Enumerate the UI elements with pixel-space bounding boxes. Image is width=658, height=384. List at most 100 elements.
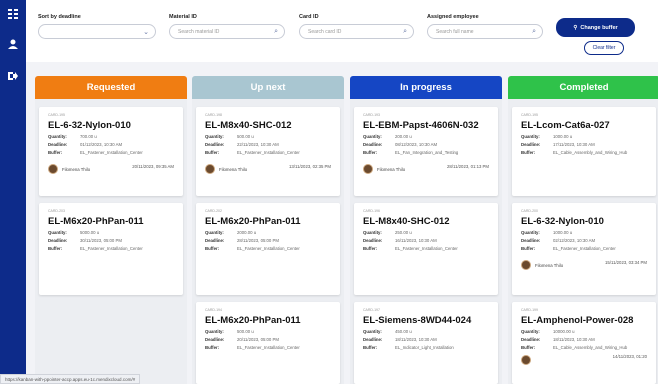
assigned-date: 20/11/2023, 09:35 AM xyxy=(132,164,174,169)
buffer-value: EL_Fastener_Installation_Center xyxy=(80,246,143,251)
buffer-label: Buffer: xyxy=(521,246,536,251)
buffer-value: EL_Cable_Assembly_and_Wiring_Hub xyxy=(553,345,628,350)
kanban-card[interactable]: CARD-203 EL-M6x20-PhPan-011 Quantity: 500… xyxy=(39,203,183,295)
column-header: Completed xyxy=(508,76,658,99)
employee-search-input[interactable]: Search full name ⌕ xyxy=(427,24,543,39)
avatar xyxy=(205,164,215,174)
kanban-card[interactable]: CARD-195 EL-Lcom-Cat6a-027 Quantity: 1000… xyxy=(512,107,656,196)
quantity-label: Quantity: xyxy=(363,329,382,334)
quantity-label: Quantity: xyxy=(521,329,540,334)
quantity-value: 700.00 u xyxy=(80,134,97,139)
assignee: 14/11/2023, 01:20 xyxy=(521,353,647,365)
sidebar xyxy=(0,0,26,384)
quantity-value: 500.00 u xyxy=(237,329,254,334)
kanban-card[interactable]: CARD-198 EL-M8x40-SHC-012 Quantity: 500.0… xyxy=(196,107,340,196)
assignee-name: Filomena Thilo xyxy=(535,263,564,268)
filter-bar: Sort by deadline ⌄ Material ID Search ma… xyxy=(26,0,658,62)
deadline-value: 20/11/2023, 05:00 PM xyxy=(237,337,279,342)
card-search-input[interactable]: Search card ID ⌕ xyxy=(299,24,414,39)
deadline-label: Deadline: xyxy=(363,238,383,243)
card-id: CARD-195 xyxy=(521,113,538,117)
clear-filter-button[interactable]: Clear filter xyxy=(584,41,624,55)
card-id: CARD-194 xyxy=(205,308,222,312)
assigned-date: 13/11/2023, 02:35 PM xyxy=(289,164,331,169)
buffer-value: EL_Fastener_Installation_Center xyxy=(395,246,458,251)
buffer-value: EL_Fastener_Installation_Center xyxy=(237,246,300,251)
buffer-value: EL_Fastener_Installation_Center xyxy=(237,345,300,350)
material-search-input[interactable]: Search material ID ⌕ xyxy=(169,24,285,39)
buffer-value: EL_Indicator_Light_Installation xyxy=(395,345,454,350)
quantity-value: 10000.00 u xyxy=(553,329,575,334)
column-completed: Completed CARD-195 EL-Lcom-Cat6a-027 Qua… xyxy=(508,76,658,384)
change-buffer-button[interactable]: ⚲ Change buffer xyxy=(556,18,635,37)
card-title: EL-6-32-Nylon-010 xyxy=(521,216,604,227)
card-title: EL-6-32-Nylon-010 xyxy=(48,120,131,131)
deadline-label: Deadline: xyxy=(205,142,225,147)
assigned-date: 14/11/2023, 01:20 xyxy=(612,354,647,359)
sort-select[interactable]: ⌄ xyxy=(38,24,156,39)
assignee-name: Filomena Thilo xyxy=(377,167,406,172)
avatar xyxy=(521,260,531,270)
kanban-card[interactable]: CARD-197 EL-Siemens-8WD44-024 Quantity: 4… xyxy=(354,302,498,384)
kanban-card[interactable]: CARD-193 EL-EBM-Papst-4606N-032 Quantity… xyxy=(354,107,498,196)
deadline-value: 30/11/2023, 05:00 PM xyxy=(80,238,122,243)
assignee-name: Filomena Thilo xyxy=(62,167,91,172)
kanban-card[interactable]: CARD-196 EL-M8x40-SHC-012 Quantity: 250.0… xyxy=(354,203,498,295)
search-icon: ⌕ xyxy=(274,28,278,35)
deadline-value: 16/11/2023, 10:30 AM xyxy=(395,238,437,243)
deadline-value: 17/11/2023, 10:30 AM xyxy=(553,142,595,147)
avatar xyxy=(521,355,531,365)
kanban-card[interactable]: CARD-194 EL-M6x20-PhPan-011 Quantity: 500… xyxy=(196,302,340,384)
buffer-value: EL_Fastener_Installation_Center xyxy=(80,150,143,155)
column-body: CARD-198 EL-M8x40-SHC-012 Quantity: 500.0… xyxy=(192,99,344,384)
card-id: CARD-198 xyxy=(205,113,222,117)
deadline-value: 02/12/2023, 10:30 AM xyxy=(553,238,596,243)
column-up-next: Up next CARD-198 EL-M8x40-SHC-012 Quanti… xyxy=(192,76,344,384)
quantity-value: 5000.00 u xyxy=(80,230,100,235)
card-title: EL-M6x20-PhPan-011 xyxy=(205,216,301,227)
column-body: CARD-193 EL-EBM-Papst-4606N-032 Quantity… xyxy=(350,99,502,384)
card-id: CARD-200 xyxy=(521,209,538,213)
deadline-label: Deadline: xyxy=(521,142,541,147)
deadline-value: 08/12/2023, 10:30 AM xyxy=(395,142,438,147)
quantity-label: Quantity: xyxy=(521,230,540,235)
quantity-label: Quantity: xyxy=(521,134,540,139)
assignee: Filomena Thilo 13/11/2023, 02:35 PM xyxy=(205,161,331,179)
buffer-label: Buffer: xyxy=(205,246,220,251)
deadline-label: Deadline: xyxy=(521,337,541,342)
card-title: EL-Lcom-Cat6a-027 xyxy=(521,120,610,131)
buffer-value: EL_Cable_Assembly_and_Wiring_Hub xyxy=(553,150,628,155)
card-id: CARD-199 xyxy=(521,308,538,312)
card-title: EL-M8x40-SHC-012 xyxy=(205,120,292,131)
grid-icon[interactable] xyxy=(0,4,26,24)
logout-icon[interactable] xyxy=(0,66,26,86)
assigned-date: 15/11/2023, 03:34 PM xyxy=(605,260,647,265)
kanban-card[interactable]: CARD-199 EL-Amphenol-Power-028 Quantity:… xyxy=(512,302,656,384)
deadline-value: 18/11/2023, 10:30 AM xyxy=(553,337,595,342)
quantity-label: Quantity: xyxy=(363,230,382,235)
assignee-name: Filomena Thilo xyxy=(219,167,248,172)
column-header: Up next xyxy=(192,76,344,99)
quantity-value: 2000.00 u xyxy=(237,230,257,235)
buffer-label: Buffer: xyxy=(363,246,378,251)
kanban-card[interactable]: CARD-200 EL-6-32-Nylon-010 Quantity: 1000… xyxy=(512,203,656,295)
card-title: EL-EBM-Papst-4606N-032 xyxy=(363,120,479,131)
buffer-value: EL_Fan_Integration_and_Testing xyxy=(395,150,459,155)
material-label: Material ID xyxy=(169,14,197,20)
sort-label: Sort by deadline xyxy=(38,14,81,20)
user-icon[interactable] xyxy=(0,34,26,54)
buffer-value: EL_Fastener_Installation_Center xyxy=(237,150,300,155)
search-icon: ⌕ xyxy=(532,28,536,35)
avatar xyxy=(48,164,58,174)
quantity-value: 1000.00 u xyxy=(553,230,573,235)
card-title: EL-M8x40-SHC-012 xyxy=(363,216,450,227)
deadline-label: Deadline: xyxy=(205,238,225,243)
quantity-value: 200.00 u xyxy=(395,134,412,139)
buffer-label: Buffer: xyxy=(363,345,378,350)
column-body: CARD-195 EL-6-32-Nylon-010 Quantity: 700.… xyxy=(35,99,187,384)
deadline-label: Deadline: xyxy=(48,142,68,147)
quantity-value: 450.00 u xyxy=(395,329,412,334)
quantity-label: Quantity: xyxy=(205,134,224,139)
kanban-card[interactable]: CARD-195 EL-6-32-Nylon-010 Quantity: 700.… xyxy=(39,107,183,196)
kanban-card[interactable]: CARD-202 EL-M6x20-PhPan-011 Quantity: 200… xyxy=(196,203,340,295)
